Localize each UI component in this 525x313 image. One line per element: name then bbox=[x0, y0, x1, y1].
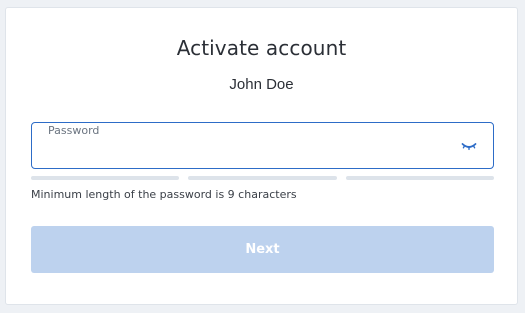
strength-segment bbox=[188, 176, 337, 180]
user-name: John Doe bbox=[229, 76, 294, 93]
activate-account-card: Activate account John Doe Password Minim… bbox=[5, 7, 518, 305]
next-button[interactable]: Next bbox=[31, 226, 494, 273]
eye-closed-icon[interactable] bbox=[461, 139, 477, 153]
password-hint: Minimum length of the password is 9 char… bbox=[31, 188, 297, 201]
password-input[interactable] bbox=[47, 142, 447, 164]
password-strength-meter bbox=[31, 176, 494, 180]
strength-segment bbox=[345, 176, 494, 180]
strength-segment bbox=[31, 176, 180, 180]
password-label: Password bbox=[48, 124, 100, 137]
page-title: Activate account bbox=[176, 36, 347, 60]
password-field[interactable]: Password bbox=[31, 122, 494, 169]
